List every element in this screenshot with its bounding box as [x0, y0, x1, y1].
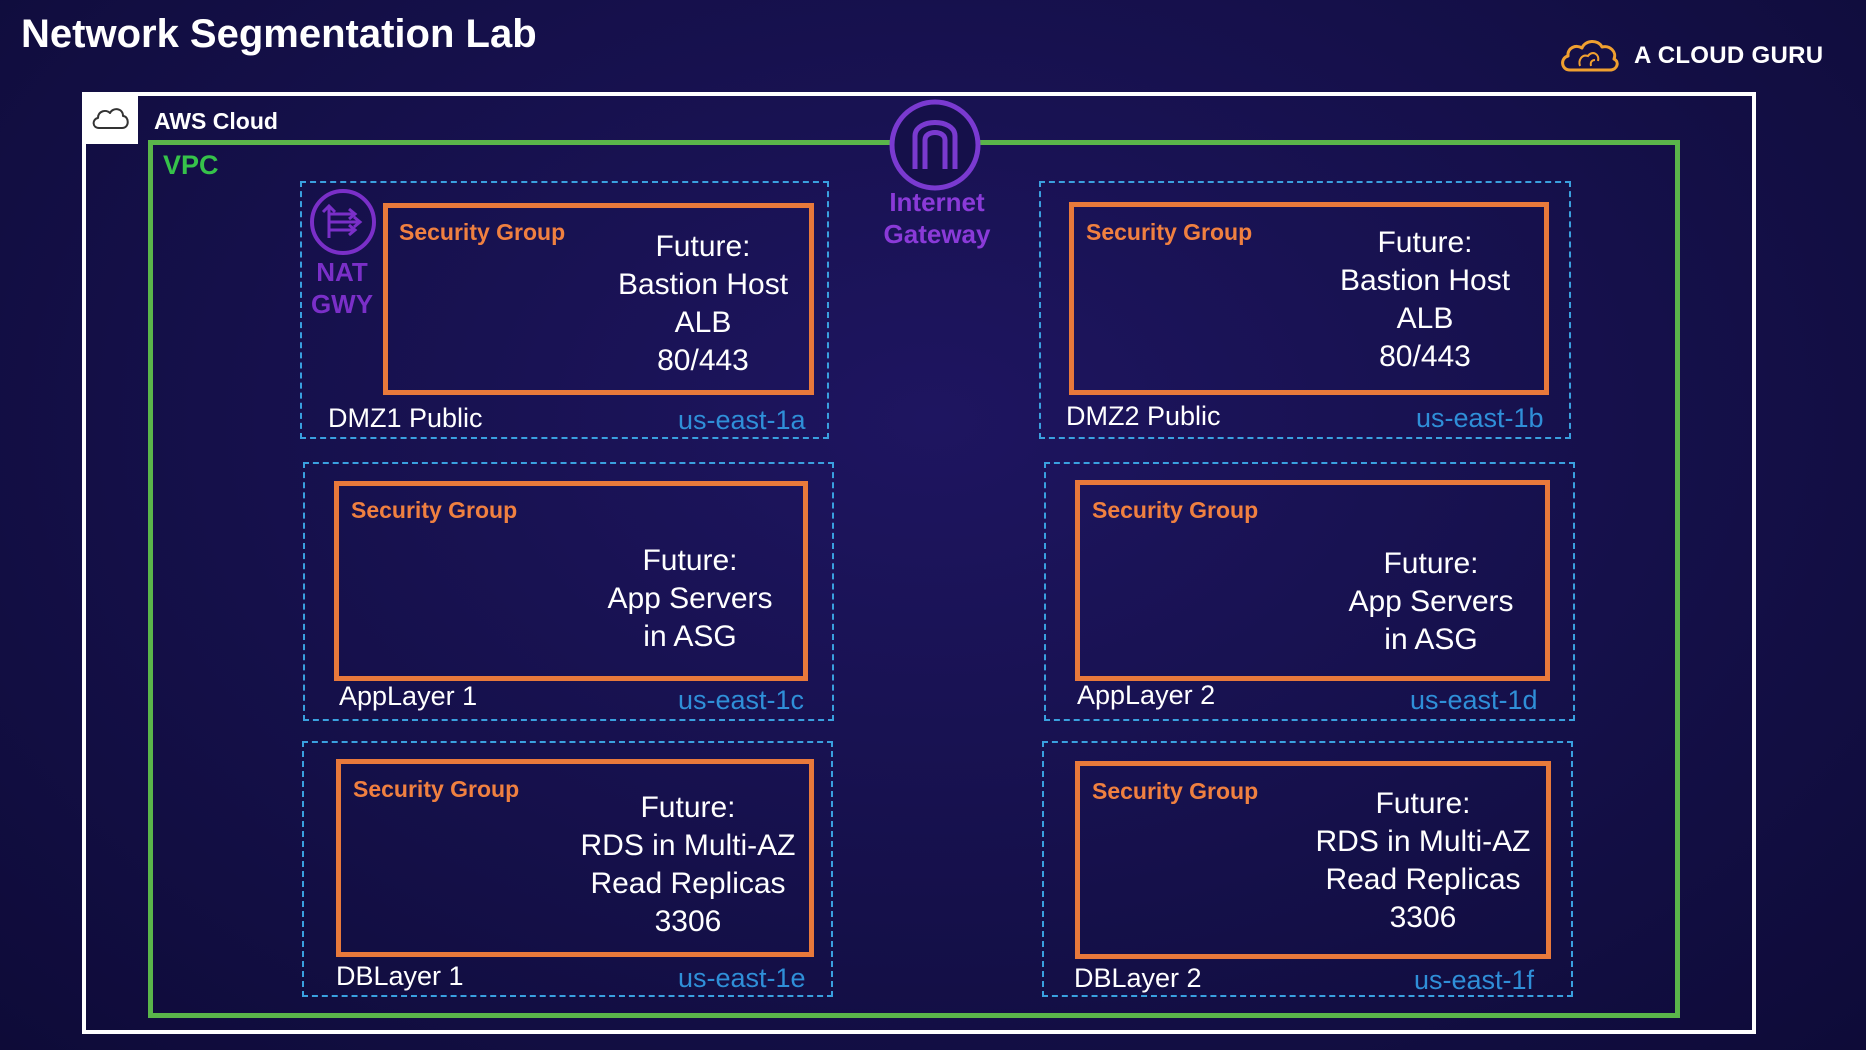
future-line: Future:: [640, 791, 736, 824]
future-line: 80/443: [1379, 340, 1471, 373]
cloud-logo-icon: [1561, 40, 1619, 72]
future-line: in ASG: [1384, 623, 1478, 656]
subnet-name: DBLayer 1: [336, 961, 464, 991]
security-group-label: Security Group: [353, 776, 520, 802]
brand-name: A CLOUD GURU: [1634, 42, 1824, 69]
aws-cloud-label: AWS Cloud: [154, 108, 278, 134]
future-line: RDS in Multi-AZ: [1315, 825, 1531, 858]
future-line: Future:: [1383, 547, 1479, 580]
subnet-name: DMZ1 Public: [328, 403, 483, 433]
internet-gateway-label-line2: Gateway: [883, 219, 991, 249]
future-line: ALB: [674, 306, 732, 339]
future-line: 3306: [1389, 901, 1457, 934]
security-group-label: Security Group: [399, 219, 566, 245]
nat-gateway-icon: [310, 189, 376, 255]
nat-gateway-label-line1: NAT: [316, 257, 368, 287]
future-text-dblayer-2: Future: RDS in Multi-AZ Read Replicas 33…: [1293, 785, 1553, 937]
aws-cloud-tab: [82, 92, 138, 144]
future-line: Future:: [655, 230, 751, 263]
subnet-name: DBLayer 2: [1074, 963, 1202, 993]
brand-logo: A CLOUD GURU: [1558, 36, 1823, 76]
security-group-label: Security Group: [351, 497, 518, 523]
security-group-label: Security Group: [1086, 219, 1253, 245]
future-line: App Servers: [1348, 585, 1514, 618]
page-title: Network Segmentation Lab: [21, 12, 537, 56]
internet-gateway-icon: [889, 99, 981, 191]
future-text-applayer-1: Future: App Servers in ASG: [570, 542, 810, 656]
future-line: Future:: [1375, 787, 1471, 820]
future-text-applayer-2: Future: App Servers in ASG: [1311, 545, 1551, 659]
future-line: Future:: [642, 544, 738, 577]
nat-gateway-label: NAT GWY: [300, 256, 384, 320]
future-line: 3306: [654, 905, 722, 938]
future-line: Bastion Host: [1339, 264, 1511, 297]
future-line: in ASG: [643, 620, 737, 653]
subnet-name: AppLayer 2: [1077, 680, 1216, 710]
availability-zone: us-east-1d: [1410, 685, 1538, 715]
security-group-label: Security Group: [1092, 497, 1259, 523]
availability-zone: us-east-1e: [678, 963, 806, 993]
security-group-label: Security Group: [1092, 778, 1259, 804]
future-line: RDS in Multi-AZ: [580, 829, 796, 862]
subnet-name: AppLayer 1: [339, 681, 478, 711]
future-line: 80/443: [657, 344, 749, 377]
future-text-dmz1: Future: Bastion Host ALB 80/443: [580, 228, 826, 380]
vpc-label: VPC: [163, 150, 219, 180]
future-line: Future:: [1377, 226, 1473, 259]
availability-zone: us-east-1b: [1416, 403, 1544, 433]
future-text-dmz2: Future: Bastion Host ALB 80/443: [1302, 224, 1548, 376]
future-line: App Servers: [607, 582, 773, 615]
future-line: Read Replicas: [590, 867, 786, 900]
internet-gateway-label: Internet Gateway: [862, 186, 1012, 250]
availability-zone: us-east-1a: [678, 405, 806, 435]
nat-gateway-label-line2: GWY: [310, 289, 374, 319]
availability-zone: us-east-1c: [678, 685, 805, 715]
subnet-name: DMZ2 Public: [1066, 401, 1221, 431]
future-line: Bastion Host: [617, 268, 789, 301]
availability-zone: us-east-1f: [1414, 965, 1535, 995]
future-line: ALB: [1396, 302, 1454, 335]
cloud-icon: [92, 108, 129, 129]
internet-gateway-label-line1: Internet: [889, 187, 985, 217]
future-text-dblayer-1: Future: RDS in Multi-AZ Read Replicas 33…: [558, 789, 818, 941]
future-line: Read Replicas: [1325, 863, 1521, 896]
